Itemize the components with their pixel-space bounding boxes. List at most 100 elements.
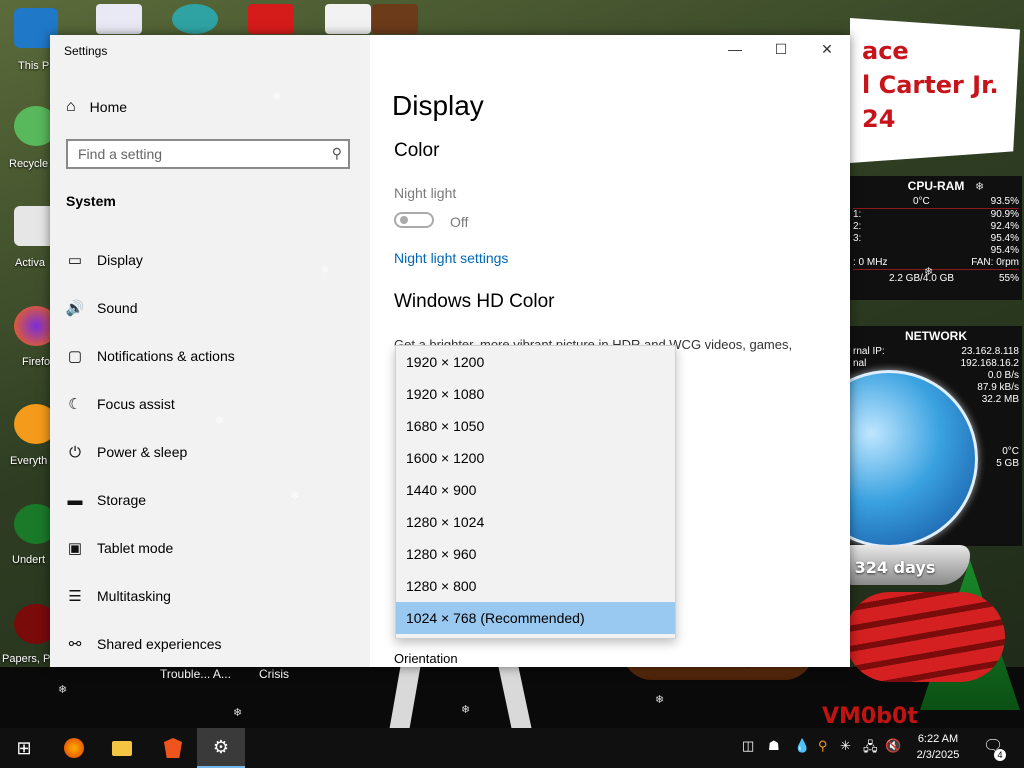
tray-search-everything-icon[interactable]: ⚲ [818,738,828,754]
sign-text: VM0b0t [822,704,918,729]
snowflake-decoration: ❄ [560,223,570,235]
moon-icon: ☾ [68,396,82,413]
snowflake-decoration: ❄ [785,367,795,379]
sidebar-item-label: Tablet mode [97,540,174,556]
net-value: 32.2 MB [981,394,1019,405]
close-icon[interactable]: ✕ [804,41,850,58]
taskbar-brave[interactable] [149,728,197,768]
snowflake-decoration: ❄ [975,181,985,193]
resolution-option[interactable]: 1920 × 1200 [396,346,675,378]
taskbar-firefox[interactable] [50,728,98,768]
sidebar-item-shared-experiences[interactable]: ⚯ Shared experiences [50,622,370,666]
snowflake-decoration: ❄ [58,684,68,696]
resolution-option[interactable]: 1600 × 1200 [396,442,675,474]
night-light-state: Off [450,214,469,230]
tray-network-share-icon[interactable]: ☗ [768,738,780,754]
sidebar-item-multitasking[interactable]: ☰ Multitasking [50,574,370,618]
sidebar-item-sound[interactable]: 🔊 Sound [50,286,370,330]
widget-divider [853,269,1019,270]
banner-text: ace l Carter Jr. 24 [862,34,999,136]
desktop-icon-label: Crisis [259,667,289,681]
start-button[interactable]: ⊞ [0,728,48,768]
home-nav-item[interactable]: ⌂ Home [66,98,127,116]
resolution-option[interactable]: 1440 × 900 [396,474,675,506]
windows-icon: ⊞ [16,737,32,758]
desktop-game-icon[interactable] [172,4,218,34]
gear-icon: ⚙ [212,736,230,757]
resolution-option[interactable]: 1680 × 1050 [396,410,675,442]
sidebar-item-notifications[interactable]: ▢ Notifications & actions [50,334,370,378]
clock-time: 6:22 AM [917,733,959,745]
snowflake-decoration: ❄ [290,490,300,502]
cpu-core-value: 95.4% [990,245,1019,256]
cpu-core-label: 2: [853,221,862,232]
brave-icon [164,738,182,758]
santa-icon[interactable] [325,4,371,34]
minimize-icon[interactable]: — [712,41,758,57]
snowflake-decoration: ❄ [714,146,724,158]
snowflake-decoration: ❄ [461,704,471,716]
tray-star-icon[interactable]: ✳ [840,738,851,754]
sidebar-item-power-sleep[interactable]: ⏻ Power & sleep [50,430,370,474]
widget-title: CPU-RAM [907,179,965,193]
tray-drop-icon[interactable]: 💧 [794,738,810,754]
cpu-freq: : 0 MHz [853,257,888,268]
search-icon: ⚲ [331,145,342,161]
ram-percent: 55% [998,273,1019,284]
sidebar-item-label: Sound [97,300,138,316]
net-value: 5 GB [996,458,1019,469]
page-title: Display [392,90,484,121]
snowflake-decoration: ❄ [320,264,330,276]
power-icon: ⏻ [69,443,81,461]
night-light-toggle[interactable] [394,212,434,228]
snowflake-decoration: ❄ [233,707,243,719]
folder-icon [112,740,132,756]
snowflake-decoration: ❄ [600,179,610,191]
resolution-option[interactable]: 1280 × 800 [396,570,675,602]
monitor-icon: ▭ [67,252,83,269]
cpu-core-label: 3: [853,233,862,244]
sidebar-item-label: Notifications & actions [97,348,235,364]
tray-app-icon[interactable]: ◫ [742,738,754,754]
sidebar-item-focus-assist[interactable]: ☾ Focus assist [50,382,370,426]
resolution-option[interactable]: 1920 × 1080 [396,378,675,410]
reindeer-icon[interactable] [372,4,418,34]
fan-speed: FAN: 0rpm [971,257,1019,268]
snowflake-decoration: ❄ [655,694,665,706]
resolution-option[interactable]: 1280 × 1024 [396,506,675,538]
net-value: 192.168.16.2 [960,358,1019,369]
shared-icon: ⚯ [68,636,82,653]
net-value: 23.162.8.118 [961,346,1019,357]
sidebar-item-tablet-mode[interactable]: ▣ Tablet mode [50,526,370,570]
night-light-settings-link[interactable]: Night light settings [394,250,508,266]
resolution-option-selected[interactable]: 1024 × 768 (Recommended) [396,602,675,634]
sidebar-item-label: Shared experiences [97,636,222,652]
taskbar: ⊞ ⚙ ◫ ☗ 💧 ⚲ ✳ 🖧 🔇 6:22 AM 2/3/2025 🗨 4 [0,728,1024,768]
search-input[interactable] [68,141,318,167]
snowflake-decoration: ❄ [272,91,282,103]
resolution-option[interactable]: 1280 × 960 [396,538,675,570]
search-box[interactable]: ⚲ [66,139,350,169]
tablet-icon: ▣ [67,540,83,557]
resolution-dropdown-list[interactable]: 1920 × 1200 1920 × 1080 1680 × 1050 1600… [395,345,676,639]
snowflake-decoration: ❄ [924,266,934,278]
tray-volume-muted-icon[interactable]: 🔇 [885,738,901,754]
sidebar-item-label: Power & sleep [97,444,188,460]
tray-network-icon[interactable]: 🖧 [863,738,878,760]
taskbar-file-explorer[interactable] [98,728,146,768]
notification-icon: ▢ [67,348,83,365]
taskbar-clock[interactable]: 6:22 AM 2/3/2025 [905,731,971,763]
snowflake-decoration: ❄ [215,415,225,427]
desktop-app-icon[interactable] [96,4,142,34]
settings-sidebar: Settings ⌂ Home ⚲ System ▭ Display 🔊 Sound… [50,35,370,667]
cpu-ram-widget: CPU-RAM 0°C 93.5% 1: 90.9% 2: 92.4% 3: 95.4%… [850,176,1022,300]
desktop-icon-label: Trouble... A... [160,667,231,681]
banner-line: 24 [862,105,896,133]
net-value: 87.9 kB/s [977,382,1019,393]
maximize-icon[interactable]: ☐ [758,41,804,58]
color-heading: Color [394,140,440,161]
sidebar-item-storage[interactable]: ▬ Storage [50,478,370,522]
taskbar-settings[interactable]: ⚙ [197,728,245,768]
section-heading: System [66,193,116,209]
mcdonalds-icon[interactable] [248,4,294,34]
